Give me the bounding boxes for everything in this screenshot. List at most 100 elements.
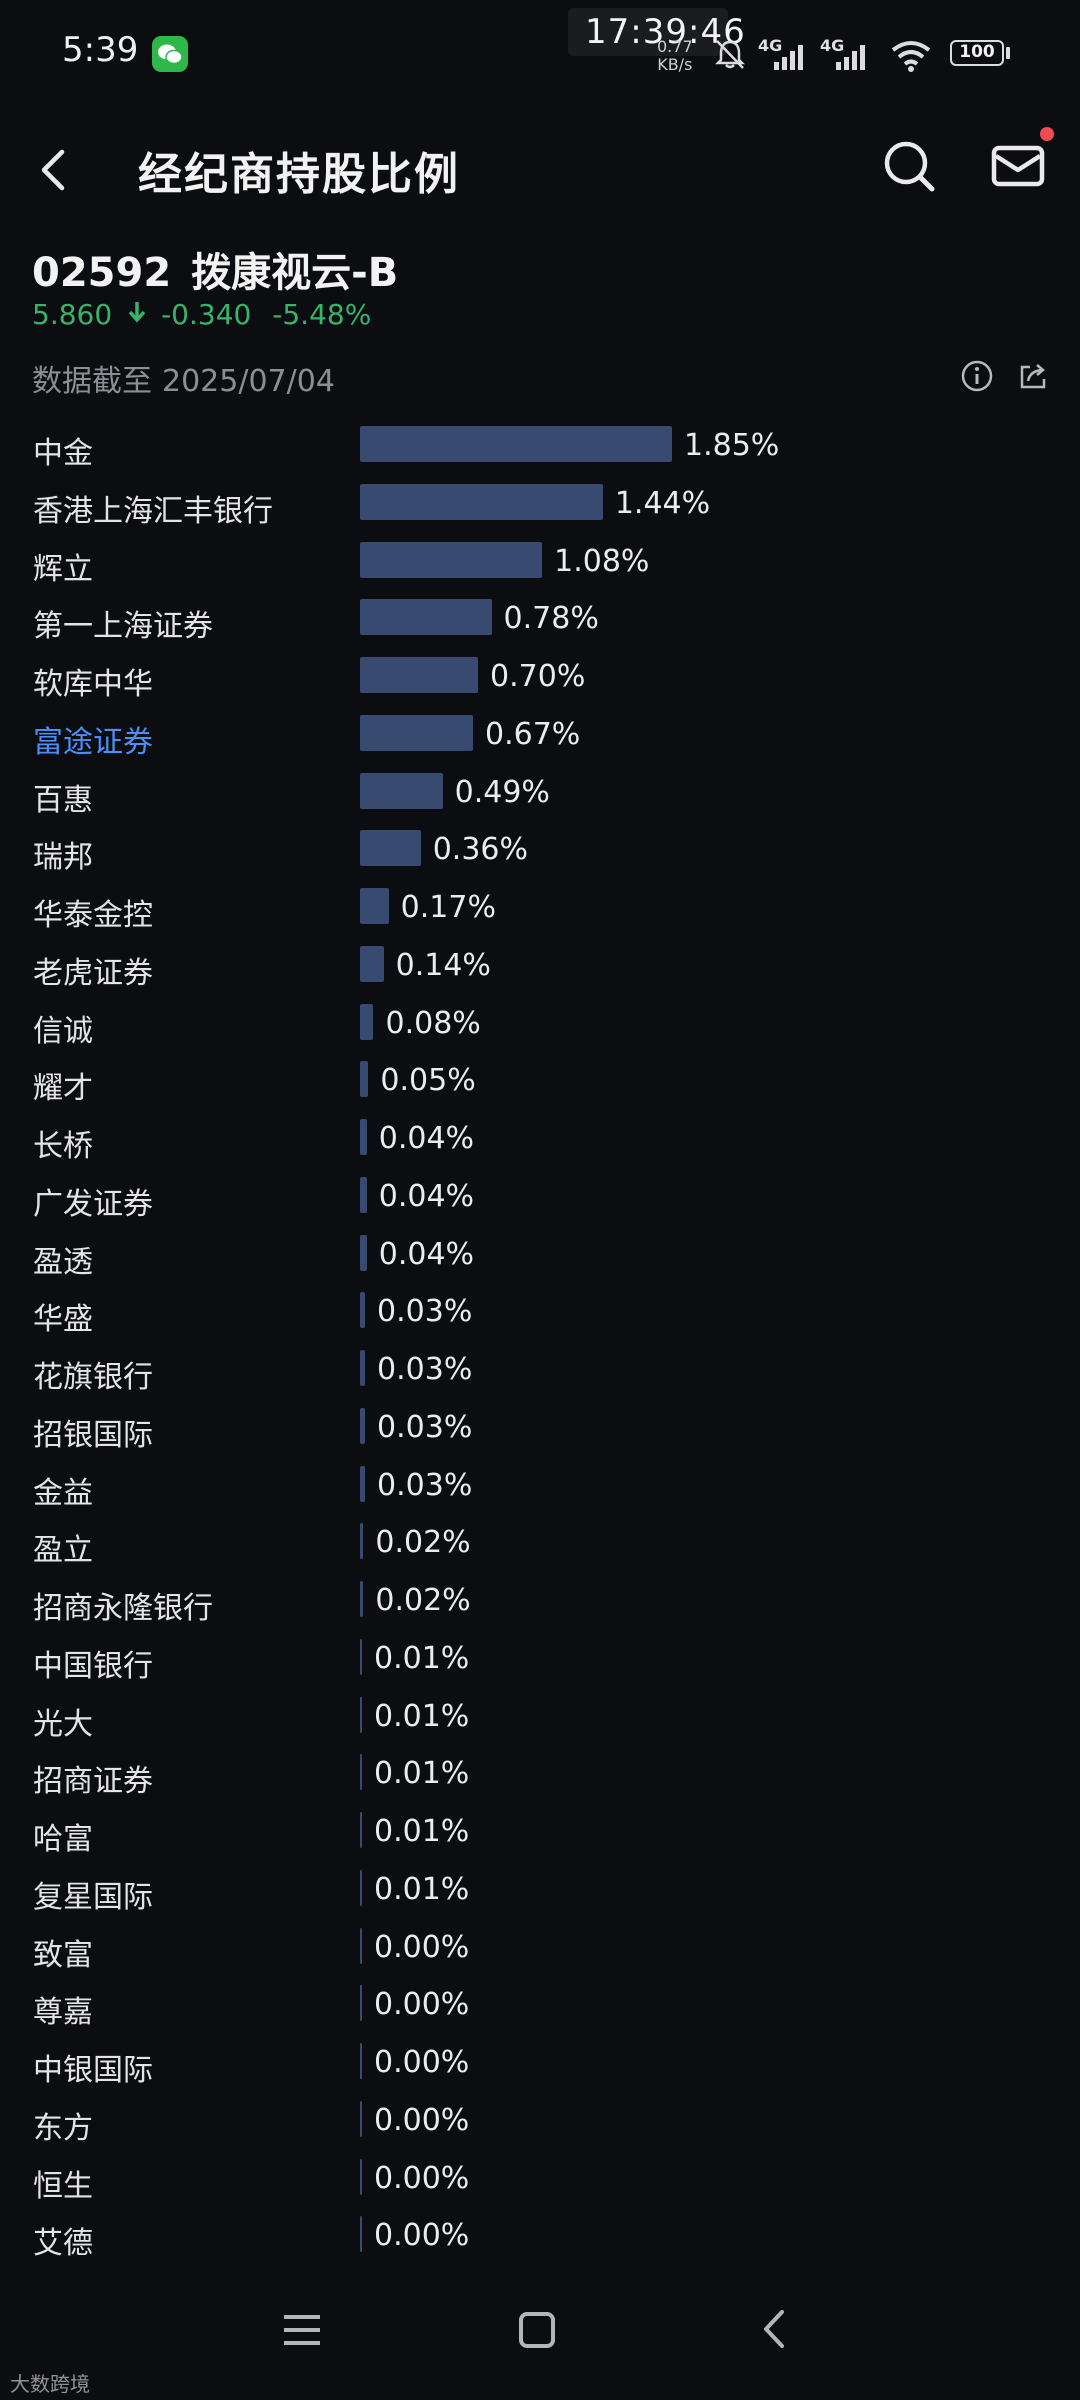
broker-row[interactable]: 信诚 0.08% bbox=[0, 996, 1080, 1054]
broker-row[interactable]: 长桥 0.04% bbox=[0, 1111, 1080, 1169]
holding-percent: 0.01% bbox=[374, 1640, 470, 1676]
broker-row[interactable]: 致富 0.00% bbox=[0, 1920, 1080, 1978]
broker-row[interactable]: 华盛 0.03% bbox=[0, 1284, 1080, 1342]
holding-percent: 0.04% bbox=[378, 1178, 475, 1214]
holding-percent: 0.14% bbox=[395, 947, 491, 983]
broker-row[interactable]: 辉立 1.08% bbox=[0, 534, 1080, 592]
broker-row[interactable]: 老虎证券 0.14% bbox=[0, 938, 1080, 996]
holding-percent: 0.36% bbox=[432, 832, 529, 868]
holding-bar bbox=[360, 1581, 364, 1617]
broker-name: 招商证券 bbox=[33, 1764, 153, 1800]
broker-row[interactable]: 中国银行 0.01% bbox=[0, 1631, 1080, 1689]
broker-row[interactable]: 哈富 0.01% bbox=[0, 1804, 1080, 1862]
broker-name: 尊嘉 bbox=[33, 1995, 93, 2031]
broker-name: 第一上海证券 bbox=[33, 609, 213, 645]
page-title: 经纪商持股比例 bbox=[138, 149, 460, 200]
broker-row[interactable]: 招商永隆银行 0.02% bbox=[0, 1573, 1080, 1631]
broker-name: 花旗银行 bbox=[33, 1360, 153, 1395]
holding-percent: 1.08% bbox=[554, 543, 650, 579]
broker-name: 光大 bbox=[33, 1706, 93, 1742]
mail-icon[interactable] bbox=[986, 136, 1050, 196]
broker-row[interactable]: 招银国际 0.03% bbox=[0, 1400, 1080, 1458]
broker-row[interactable]: 恒生 0.00% bbox=[0, 2151, 1080, 2209]
broker-row[interactable]: 东方 0.00% bbox=[0, 2093, 1080, 2151]
broker-row[interactable]: 富途证券 0.67% bbox=[0, 707, 1080, 765]
broker-row[interactable]: 华泰金控 0.17% bbox=[0, 880, 1080, 938]
holding-bar bbox=[360, 1407, 366, 1444]
stock-change: -0.340 bbox=[161, 298, 252, 331]
broker-row[interactable]: 广发证券 0.04% bbox=[0, 1169, 1080, 1227]
broker-row[interactable]: 光大 0.01% bbox=[0, 1689, 1080, 1747]
home-square-icon[interactable] bbox=[515, 2308, 559, 2352]
broker-row[interactable]: 中金 1.85% bbox=[0, 418, 1080, 476]
holding-bar bbox=[360, 1465, 366, 1502]
menu-icon[interactable] bbox=[280, 2308, 324, 2352]
broker-name: 软库中华 bbox=[33, 667, 153, 702]
holding-bar bbox=[360, 541, 543, 578]
broker-row[interactable]: 金益 0.03% bbox=[0, 1458, 1080, 1516]
broker-row[interactable]: 艾德 0.00% bbox=[0, 2208, 1080, 2266]
broker-name: 中金 bbox=[33, 436, 93, 471]
holding-bar bbox=[360, 426, 672, 462]
broker-name: 哈富 bbox=[33, 1822, 93, 1857]
holding-bar bbox=[360, 714, 473, 751]
holding-percent: 0.49% bbox=[454, 774, 550, 810]
back-arrow-icon[interactable] bbox=[30, 140, 86, 200]
net-speed-value: 0.77 bbox=[657, 37, 693, 56]
broker-name: 百惠 bbox=[33, 782, 93, 818]
broker-name[interactable]: 富途证券 bbox=[33, 717, 153, 761]
battery-tip bbox=[1006, 47, 1010, 59]
holding-bar bbox=[360, 1292, 366, 1329]
holding-percent: 0.03% bbox=[377, 1409, 473, 1445]
broker-name: 耀才 bbox=[33, 1071, 93, 1107]
broker-name: 致富 bbox=[33, 1937, 93, 1973]
broker-row[interactable]: 尊嘉 0.00% bbox=[0, 1977, 1080, 2035]
broker-row[interactable]: 耀才 0.05% bbox=[0, 1053, 1080, 1111]
holding-percent: 0.01% bbox=[374, 1814, 470, 1849]
broker-name: 金益 bbox=[33, 1475, 93, 1511]
broker-name: 中银国际 bbox=[33, 2053, 153, 2088]
holding-bar bbox=[360, 2158, 362, 2195]
holding-percent: 0.02% bbox=[375, 1583, 471, 1618]
holding-percent: 0.03% bbox=[377, 1294, 473, 1330]
info-icon[interactable] bbox=[960, 359, 994, 393]
broker-name: 广发证券 bbox=[33, 1186, 153, 1222]
battery-level: 100 bbox=[959, 42, 995, 62]
holding-bar bbox=[360, 1119, 367, 1155]
share-icon[interactable] bbox=[1016, 359, 1050, 393]
broker-row[interactable]: 香港上海汇丰银行 1.44% bbox=[0, 476, 1080, 534]
holding-bar bbox=[360, 772, 443, 809]
search-icon[interactable] bbox=[880, 136, 940, 196]
broker-row[interactable]: 百惠 0.49% bbox=[0, 765, 1080, 823]
signal-icon-2 bbox=[836, 45, 865, 70]
broker-row[interactable]: 软库中华 0.70% bbox=[0, 649, 1080, 707]
broker-name: 华泰金控 bbox=[33, 898, 153, 933]
back-triangle-icon[interactable] bbox=[754, 2306, 794, 2352]
broker-row[interactable]: 招商证券 0.01% bbox=[0, 1746, 1080, 1804]
broker-row[interactable]: 瑞邦 0.36% bbox=[0, 822, 1080, 880]
holding-percent: 0.00% bbox=[374, 1987, 470, 2023]
broker-row[interactable]: 第一上海证券 0.78% bbox=[0, 591, 1080, 649]
broker-row[interactable]: 盈透 0.04% bbox=[0, 1227, 1080, 1285]
holding-percent: 0.00% bbox=[374, 2218, 470, 2254]
watermark: 大数跨境 bbox=[10, 2368, 90, 2397]
broker-row[interactable]: 中银国际 0.00% bbox=[0, 2035, 1080, 2093]
broker-row[interactable]: 盈立 0.02% bbox=[0, 1515, 1080, 1573]
stock-name: 拨康视云-B bbox=[191, 250, 399, 296]
wechat-icon bbox=[152, 36, 188, 72]
broker-row[interactable]: 复星国际 0.01% bbox=[0, 1862, 1080, 1920]
holding-percent: 0.00% bbox=[374, 2045, 470, 2080]
holding-bar bbox=[360, 2216, 362, 2253]
broker-name: 华盛 bbox=[33, 1302, 93, 1338]
broker-row[interactable]: 花旗银行 0.03% bbox=[0, 1342, 1080, 1400]
top-nav-bar: 经纪商持股比例 bbox=[0, 120, 1080, 220]
broker-name: 恒生 bbox=[33, 2168, 93, 2204]
price-line: 5.860 -0.340 -5.48% bbox=[32, 298, 377, 331]
unread-dot bbox=[1040, 127, 1054, 141]
stock-title: 02592 拨康视云-B bbox=[32, 240, 398, 298]
holding-bar bbox=[360, 1003, 374, 1040]
broker-name: 瑞邦 bbox=[33, 840, 93, 876]
broker-name: 艾德 bbox=[33, 2226, 93, 2262]
holding-bar bbox=[360, 1638, 362, 1675]
holding-percent: 0.04% bbox=[378, 1236, 475, 1272]
